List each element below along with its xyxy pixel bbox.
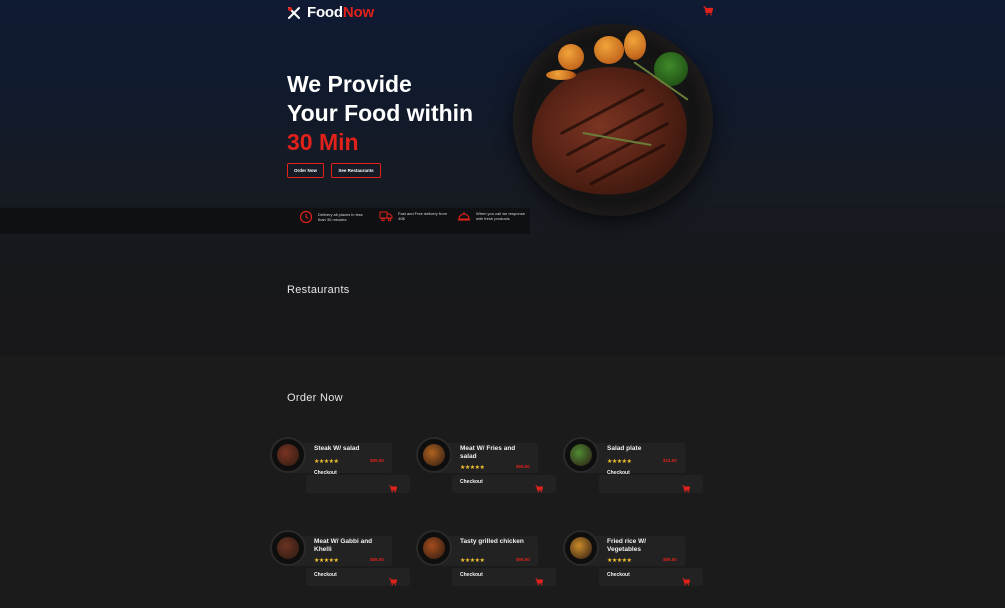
product-name: Fried rice W/ Vegetables <box>607 538 647 553</box>
product-image[interactable] <box>416 530 452 566</box>
hero-line-2: Your Food within <box>287 100 474 126</box>
potato <box>594 36 624 64</box>
truck-icon <box>379 211 393 222</box>
product-name: Meat W/ Fries and salad <box>460 445 516 460</box>
brand-name-accent: Now <box>342 4 374 21</box>
food-thumbnail <box>570 444 592 466</box>
checkout-link[interactable]: Checkout <box>314 470 337 476</box>
feature-text: Fast and Free delivery from 40$ <box>398 211 447 221</box>
add-to-cart-icon[interactable] <box>682 578 690 586</box>
food-thumbnail <box>277 444 299 466</box>
potato <box>624 30 646 60</box>
checkout-link[interactable]: Checkout <box>607 470 630 476</box>
hero-background <box>0 0 1005 356</box>
star-rating: ★★★★★ <box>460 558 485 564</box>
brand-name-first: Food <box>307 4 343 21</box>
product-price: $55.00 <box>370 458 384 463</box>
features-bar <box>0 208 530 234</box>
food-thumbnail <box>570 537 592 559</box>
food-thumbnail <box>423 444 445 466</box>
clock-icon <box>299 210 313 224</box>
add-to-cart-icon[interactable] <box>535 485 543 493</box>
feature-item: When you call we response with fresh pro… <box>457 210 528 222</box>
star-rating: ★★★★★ <box>314 459 339 465</box>
potato <box>558 44 584 70</box>
star-rating: ★★★★★ <box>460 465 485 471</box>
product-price: $14.00 <box>663 458 677 463</box>
checkout-link[interactable]: Checkout <box>607 572 630 578</box>
product-card[interactable]: Tasty grilled chicken ★★★★★ $55.00 Checkout <box>416 530 556 592</box>
product-image[interactable] <box>563 437 599 473</box>
hero-line-1: We Provide <box>287 71 412 97</box>
star-rating: ★★★★★ <box>314 558 339 564</box>
checkout-link[interactable]: Checkout <box>314 572 337 578</box>
product-price: $55.00 <box>516 464 530 469</box>
add-to-cart-icon[interactable] <box>535 578 543 586</box>
product-price: $55.00 <box>370 557 384 562</box>
product-card[interactable]: Meat W/ Gabbi and Khelli ★★★★★ $55.00 Check… <box>270 530 410 592</box>
food-thumbnail <box>423 537 445 559</box>
star-rating: ★★★★★ <box>607 558 632 564</box>
add-to-cart-icon[interactable] <box>389 578 397 586</box>
checkout-link[interactable]: Checkout <box>460 572 483 578</box>
feature-item: Delivery all places in less than 30 minu… <box>299 210 370 224</box>
feature-text: Delivery all places in less than 30 minu… <box>318 212 363 222</box>
see-restaurants-button[interactable]: See Restaurants <box>331 163 381 178</box>
product-name: Steak W/ salad <box>314 445 360 452</box>
product-card[interactable]: Fried rice W/ Vegetables ★★★★★ $55.00 Check… <box>563 530 703 592</box>
feature-item: Fast and Free delivery from 40$ <box>379 210 450 222</box>
add-to-cart-icon[interactable] <box>389 485 397 493</box>
food-thumbnail <box>277 537 299 559</box>
product-card[interactable]: Meat W/ Fries and salad ★★★★★ $55.00 Checko… <box>416 437 556 499</box>
feature-text: When you call we response with fresh pro… <box>476 211 525 221</box>
hero-headline: We Provide Your Food within 30 Min <box>287 70 473 157</box>
hero-line-3: 30 Min <box>287 129 359 155</box>
product-name: Salad plate <box>607 445 642 452</box>
product-image[interactable] <box>270 437 306 473</box>
restaurants-heading: Restaurants <box>287 284 350 296</box>
fork-knife-icon <box>288 6 300 19</box>
product-price: $55.00 <box>516 557 530 562</box>
add-to-cart-icon[interactable] <box>682 485 690 493</box>
product-image[interactable] <box>416 437 452 473</box>
product-card[interactable]: Steak W/ salad ★★★★★ $55.00 Checkout <box>270 437 410 499</box>
product-image[interactable] <box>563 530 599 566</box>
cart-icon[interactable] <box>703 6 713 16</box>
order-now-button[interactable]: Order Now <box>287 163 324 178</box>
product-name: Meat W/ Gabbi and Khelli <box>314 538 373 553</box>
brand-logo[interactable]: FoodNow <box>287 4 374 21</box>
product-name: Tasty grilled chicken <box>460 538 524 545</box>
brand-name: FoodNow <box>307 4 374 21</box>
potato <box>546 70 576 80</box>
checkout-link[interactable]: Checkout <box>460 479 483 485</box>
order-now-heading: Order Now <box>287 392 343 404</box>
product-price: $55.00 <box>663 557 677 562</box>
product-image[interactable] <box>270 530 306 566</box>
cloche-icon <box>458 212 470 221</box>
star-rating: ★★★★★ <box>607 459 632 465</box>
product-card[interactable]: Salad plate ★★★★★ $14.00 Checkout <box>563 437 703 499</box>
